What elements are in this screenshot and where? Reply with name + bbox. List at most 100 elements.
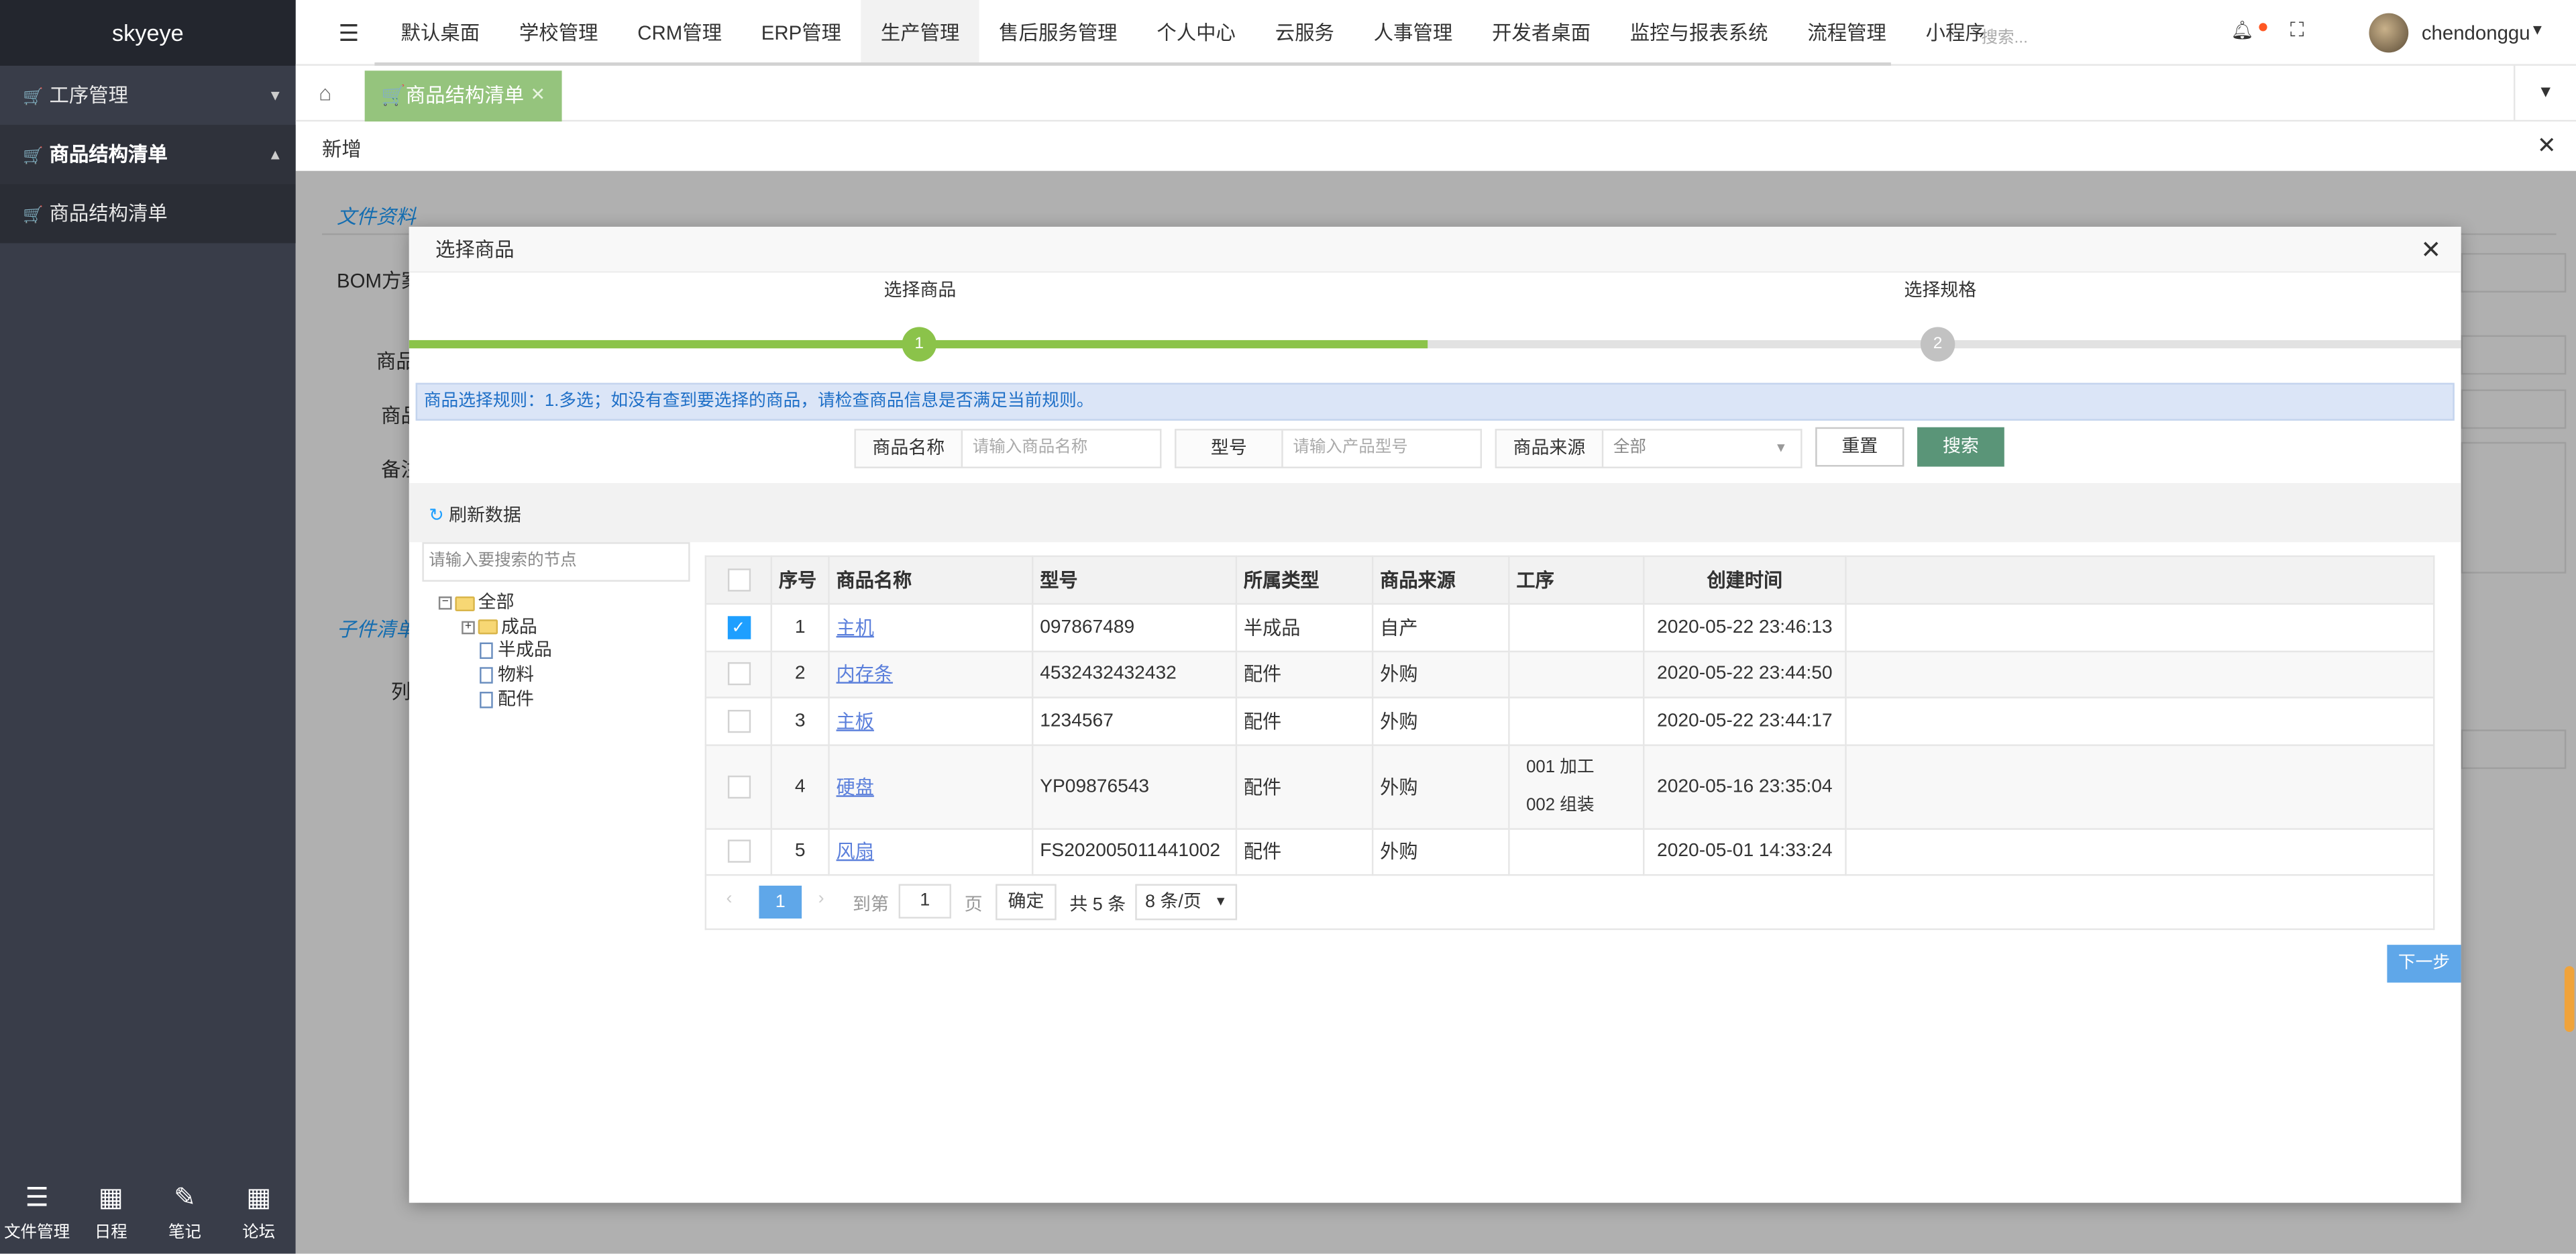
search-button[interactable]: 搜索	[1917, 427, 2004, 467]
cart-icon: 🛒	[23, 148, 44, 166]
file-manage-button[interactable]: ☰ 文件管理	[0, 1175, 74, 1254]
sidebar-subitem-bom[interactable]: 🛒 商品结构清单	[0, 184, 296, 244]
forum-button[interactable]: ▦ 论坛	[222, 1175, 296, 1254]
page-size-value: 8 条/页	[1144, 892, 1201, 912]
row-checkbox[interactable]	[727, 840, 750, 864]
select-all-cell[interactable]	[704, 555, 773, 605]
nav-item[interactable]: 售后服务管理	[979, 0, 1137, 66]
page-size-select[interactable]: 8 条/页 ▼	[1135, 884, 1238, 921]
row-checkbox[interactable]	[727, 709, 750, 733]
row-select-cell[interactable]	[704, 696, 773, 745]
cell-name: 主机	[828, 603, 1034, 652]
caret-down-icon[interactable]: ▼	[2530, 21, 2544, 38]
nav-item[interactable]: 开发者桌面	[1472, 0, 1611, 66]
nav-item[interactable]: 个人中心	[1137, 0, 1255, 66]
next-step-button[interactable]: 下一步	[2387, 945, 2461, 983]
cell-process	[1508, 649, 1645, 698]
table-row[interactable]: 4 硬盘 YP09876543 配件 外购 001 加工 002 组装 2020-05-16 …	[704, 743, 2435, 829]
goto-label: 到第	[853, 895, 889, 916]
product-link[interactable]: 内存条	[837, 666, 893, 685]
nav-item[interactable]: 流程管理	[1788, 0, 1906, 66]
nav-item[interactable]: 监控与报表系统	[1610, 0, 1788, 66]
select-all-checkbox[interactable]	[727, 568, 750, 592]
list-icon: ☰	[25, 1184, 49, 1213]
source-select[interactable]: 全部 ▼	[1603, 431, 1801, 467]
nav-search-input[interactable]: 搜索...	[1981, 23, 2027, 48]
tree-search-input[interactable]: 请输入要搜索的节点	[422, 542, 690, 582]
model-input[interactable]: 请输入产品型号	[1283, 431, 1407, 467]
row-select-cell[interactable]	[704, 743, 773, 829]
goto-page-input[interactable]: 1	[898, 884, 951, 919]
tree-node-root[interactable]: − 全部	[438, 592, 552, 616]
cell-process	[1508, 827, 1645, 876]
tab-menu-caret[interactable]: ▼	[2513, 65, 2576, 122]
table-row[interactable]: 5 风扇 FS202005011441002 配件 外购 2020-05-01 14:33…	[704, 827, 2435, 876]
row-checkbox[interactable]	[727, 662, 750, 686]
goto-confirm-button[interactable]: 确定	[996, 884, 1057, 921]
nav-item[interactable]: 学校管理	[500, 0, 618, 66]
home-icon[interactable]: ⌂	[319, 81, 331, 105]
product-link[interactable]: 主机	[837, 619, 874, 639]
bell-icon[interactable]: 🔔︎	[2231, 19, 2254, 41]
refresh-label: 刷新数据	[449, 506, 521, 526]
row-checkbox[interactable]	[727, 774, 750, 798]
product-link[interactable]: 硬盘	[837, 778, 874, 798]
tree-node[interactable]: + 成品	[439, 616, 552, 640]
category-tree: − 全部 + 成品 半成品 物料 配件	[438, 592, 552, 713]
menu-toggle-icon[interactable]: ☰	[338, 19, 359, 48]
tab-bom[interactable]: 🛒商品结构清单 ✕	[364, 70, 562, 122]
nav-item[interactable]: 人事管理	[1354, 0, 1472, 66]
file-icon	[480, 643, 493, 660]
table-row[interactable]: 3 主板 1234567 配件 外购 2020-05-22 23:44:17	[704, 696, 2435, 745]
reset-button[interactable]: 重置	[1815, 427, 1904, 467]
collapse-icon[interactable]: −	[438, 596, 452, 610]
page-current[interactable]: 1	[759, 886, 802, 919]
tree-node[interactable]: 配件	[439, 688, 552, 713]
sidebar-item-bom[interactable]: 🛒 商品结构清单 ▲	[0, 125, 296, 185]
username[interactable]: chendonggua	[2422, 21, 2530, 44]
refresh-button[interactable]: ↻ 刷新数据	[429, 501, 521, 527]
nav-item[interactable]: 默认桌面	[381, 0, 499, 66]
page-scrollbar[interactable]	[2564, 966, 2575, 1032]
nav-item[interactable]: 生产管理	[861, 0, 979, 66]
filter-label: 商品来源	[1497, 430, 1604, 467]
row-checkbox[interactable]: ✓	[727, 615, 750, 639]
row-select-cell[interactable]	[704, 827, 773, 876]
cell-name: 主板	[828, 696, 1034, 745]
row-select-cell[interactable]	[704, 649, 773, 698]
table-row[interactable]: ✓ 1 主机 097867489 半成品 自产 2020-05-22 23:46:13	[704, 603, 2435, 652]
product-link[interactable]: 风扇	[837, 843, 874, 863]
selection-rule-notice: 商品选择规则：1.多选；如没有查到要选择的商品，请检查商品信息是否满足当前规则。	[415, 382, 2455, 421]
edit-icon: ✎	[174, 1184, 196, 1213]
select-product-modal: 选择商品 ✕ 选择商品 选择规格 1 2 商品选择规则：1.多选；如没有查到要选…	[409, 226, 2461, 1203]
pagination: ‹ 1 › 到第 1 页 确定 共 5 条 8 条/页 ▼	[704, 876, 2435, 931]
product-link[interactable]: 主板	[837, 713, 874, 732]
step-label-1: 选择商品	[883, 280, 957, 301]
file-icon	[480, 691, 493, 709]
top-nav: ☰ 默认桌面 学校管理 CRM管理 ERP管理 生产管理 售后服务管理 个人中心 云服务 人事管…	[295, 0, 2576, 66]
close-icon[interactable]: ✕	[2537, 132, 2557, 160]
close-icon[interactable]: ✕	[530, 70, 545, 121]
row-select-cell[interactable]: ✓	[704, 603, 773, 652]
sidebar-item-process[interactable]: 🛒 工序管理 ▼	[0, 66, 296, 125]
cell-created: 2020-05-22 23:44:50	[1642, 649, 1847, 698]
nav-item[interactable]: 云服务	[1255, 0, 1354, 66]
close-icon[interactable]: ✕	[2420, 235, 2441, 265]
nav-item[interactable]: ERP管理	[741, 0, 861, 66]
expand-icon[interactable]: +	[462, 621, 475, 634]
table-row[interactable]: 2 内存条 4532432432432 配件 外购 2020-05-22 23:44:50	[704, 649, 2435, 698]
cell-model: 1234567	[1031, 696, 1238, 745]
prev-page-icon[interactable]: ‹	[726, 889, 732, 908]
tree-node[interactable]: 半成品	[439, 640, 552, 664]
tree-node[interactable]: 物料	[439, 664, 552, 688]
nav-item[interactable]: CRM管理	[618, 0, 742, 66]
notes-button[interactable]: ✎ 笔记	[148, 1175, 221, 1254]
next-page-icon[interactable]: ›	[818, 889, 824, 908]
filter-source: 商品来源 全部 ▼	[1495, 429, 1803, 468]
screenshot-icon[interactable]: ⛶	[2290, 18, 2304, 43]
schedule-button[interactable]: ▦ 日程	[74, 1175, 148, 1254]
product-name-input[interactable]: 请输入商品名称	[963, 431, 1087, 467]
filter-label: 型号	[1176, 430, 1283, 467]
avatar[interactable]	[2369, 13, 2409, 53]
button-label: 笔记	[168, 1224, 202, 1243]
